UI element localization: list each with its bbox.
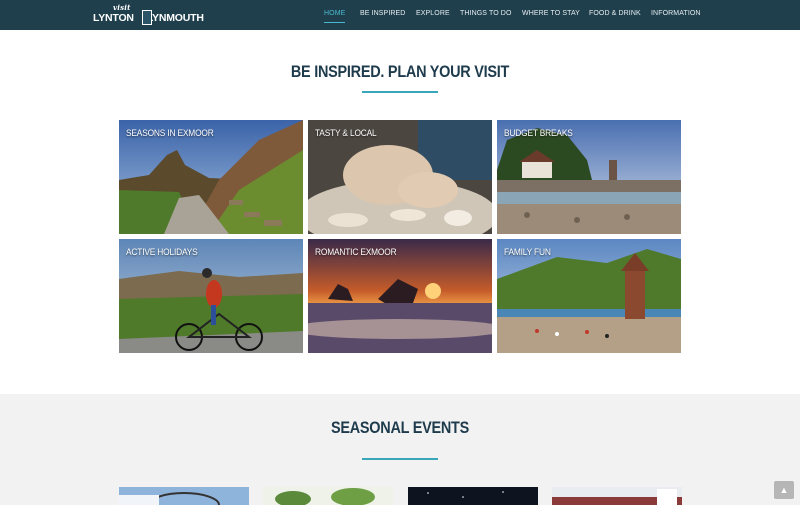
event-card-image (119, 487, 249, 505)
nav-home[interactable]: HOME (324, 10, 345, 17)
event-card[interactable] (408, 487, 538, 505)
tile-family-fun[interactable]: FAMILY FUN (497, 239, 681, 353)
nav-where-to-stay[interactable]: WHERE TO STAY (522, 10, 580, 17)
tile-romantic-exmoor[interactable]: ROMANTIC EXMOOR (308, 239, 492, 353)
seasonal-title: SEASONAL EVENTS (330, 418, 470, 437)
site-header: visit LYNTON LYNMOUTH HOME BE INSPIRED EX… (0, 0, 800, 30)
tile-label: BUDGET BREAKS (504, 128, 573, 139)
event-card-image (263, 487, 393, 505)
tile-label: SEASONS IN EXMOOR (126, 128, 214, 139)
main-nav: HOME BE INSPIRED EXPLORE THINGS TO DO WH… (0, 10, 800, 24)
back-to-top-button[interactable]: ▲ (774, 481, 794, 499)
nav-active-indicator (324, 22, 345, 23)
tile-tasty-local[interactable]: TASTY & LOCAL (308, 120, 492, 234)
nav-be-inspired[interactable]: BE INSPIRED (360, 10, 405, 17)
event-card[interactable] (263, 487, 393, 505)
event-card-image (408, 487, 538, 505)
nav-things-to-do[interactable]: THINGS TO DO (460, 10, 512, 17)
inspired-title-divider (362, 91, 438, 93)
tile-label: FAMILY FUN (504, 247, 551, 258)
event-card-image (552, 487, 682, 505)
event-card[interactable] (119, 487, 249, 505)
tile-seasons-in-exmoor[interactable]: SEASONS IN EXMOOR (119, 120, 303, 234)
nav-explore[interactable]: EXPLORE (416, 10, 450, 17)
nav-food-drink[interactable]: FOOD & DRINK (589, 10, 641, 17)
arrow-up-icon: ▲ (779, 485, 789, 495)
tile-label: TASTY & LOCAL (315, 128, 377, 139)
nav-information[interactable]: INFORMATION (651, 10, 701, 17)
inspired-title: BE INSPIRED. PLAN YOUR VISIT (290, 62, 510, 81)
tile-label: ACTIVE HOLIDAYS (126, 247, 198, 258)
event-card[interactable] (552, 487, 682, 505)
tile-budget-breaks[interactable]: BUDGET BREAKS (497, 120, 681, 234)
tile-label: ROMANTIC EXMOOR (315, 247, 397, 258)
tile-active-holidays[interactable]: ACTIVE HOLIDAYS (119, 239, 303, 353)
seasonal-title-divider (362, 458, 438, 460)
